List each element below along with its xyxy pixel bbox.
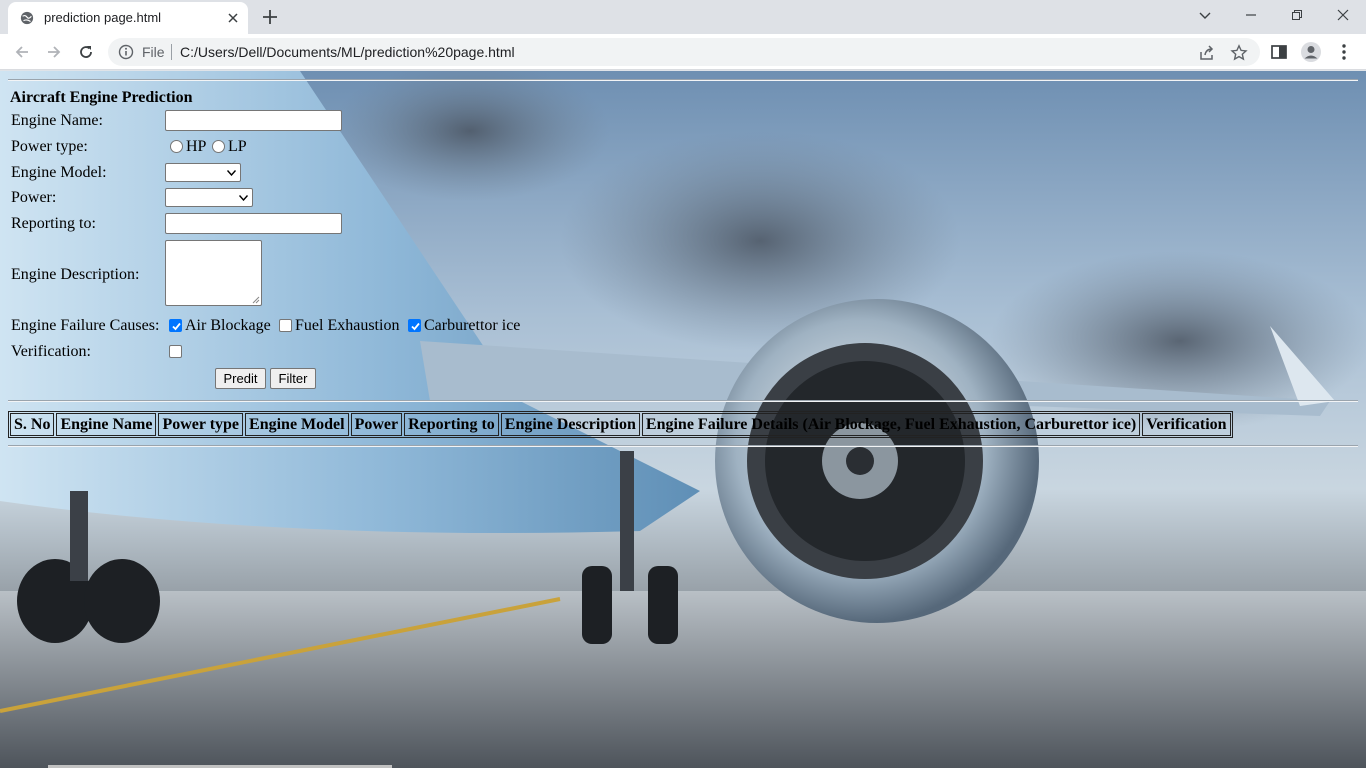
restore-icon [1292,10,1302,20]
radio-lp[interactable] [212,140,225,153]
resize-grip-icon[interactable] [252,296,260,304]
reload-button[interactable] [74,40,98,64]
fuel-exhaustion-label: Fuel Exhaustion [295,317,400,334]
browser-tab[interactable]: prediction page.html [8,2,248,34]
table-header-cell: Power [350,413,403,436]
checkbox-air-blockage[interactable] [169,319,182,332]
star-icon[interactable] [1230,44,1248,62]
table-header-cell: Reporting to [404,413,499,436]
plus-icon[interactable] [258,6,282,28]
engine-name-label: Engine Name: [11,112,103,129]
checkbox-fuel-exhaustion[interactable] [279,319,292,332]
page-content: Aircraft Engine Prediction Engine Name: … [0,71,1366,768]
radio-lp-label: LP [228,138,247,155]
verification-label: Verification: [11,343,91,360]
reload-icon [80,46,92,58]
check-icon [172,322,181,331]
minimize-button[interactable] [1228,0,1274,32]
results-table: S. No Engine Name Power type Engine Mode… [8,411,1233,438]
table-header-cell: Power type [158,413,244,436]
restore-button[interactable] [1274,0,1320,32]
tab-strip: prediction page.html [0,0,1366,34]
predict-button[interactable]: Predit [215,368,266,389]
url-text[interactable]: C:/Users/Dell/Documents/ML/prediction%20… [180,44,515,60]
reporting-to-label: Reporting to: [11,215,96,232]
bottom-divider [8,445,1358,447]
side-panel-icon[interactable] [1268,41,1290,63]
table-header-cell: Engine Name [56,413,157,436]
globe-icon [20,11,34,25]
tab-title: prediction page.html [44,10,162,25]
url-scheme: File [142,44,165,60]
share-icon[interactable] [1198,44,1216,62]
middle-divider [8,400,1358,402]
engine-description-textarea[interactable] [165,240,262,306]
table-header-cell: Verification [1142,413,1231,436]
reporting-to-input[interactable] [165,213,342,234]
browser-toolbar: File C:/Users/Dell/Documents/ML/predicti… [0,34,1366,70]
back-icon [15,46,28,58]
verification-checkbox[interactable] [169,345,182,358]
table-header-cell: Engine Failure Details (Air Blockage, Fu… [641,413,1141,436]
window-close-button[interactable] [1320,0,1366,32]
kebab-menu-icon[interactable] [1333,41,1355,63]
engine-description-label: Engine Description: [11,266,140,283]
table-header-cell: Engine Model [245,413,349,436]
close-icon[interactable] [226,11,240,25]
info-icon[interactable] [118,44,134,60]
chevron-down-icon [1199,12,1211,19]
power-type-label: Power type: [11,138,88,155]
minimize-icon [1246,14,1256,16]
page-viewport: Aircraft Engine Prediction Engine Name: … [0,71,1366,768]
top-divider [8,79,1358,81]
radio-hp-label: HP [186,138,207,155]
chevron-down-icon [227,170,236,176]
table-header-cell: S. No [10,413,55,436]
page-title: Aircraft Engine Prediction [10,89,193,106]
url-separator [171,44,172,60]
back-button[interactable] [10,40,34,64]
chevron-down-icon [239,195,248,201]
engine-name-input[interactable] [165,110,342,131]
tab-search-button[interactable] [1182,0,1228,32]
failure-causes-label: Engine Failure Causes: [11,317,160,334]
radio-hp[interactable] [170,140,183,153]
forward-icon [48,46,61,58]
window-close-icon [1337,9,1349,21]
power-label: Power: [11,189,57,206]
power-select[interactable] [165,188,253,207]
table-header-cell: Engine Description [500,413,640,436]
engine-model-label: Engine Model: [11,164,107,181]
forward-button[interactable] [42,40,66,64]
profile-icon[interactable] [1300,41,1322,63]
address-bar[interactable]: File C:/Users/Dell/Documents/ML/predicti… [108,38,1260,66]
engine-model-select[interactable] [165,163,241,182]
air-blockage-label: Air Blockage [185,317,271,334]
carburettor-ice-label: Carburettor ice [424,317,521,334]
checkbox-carburettor-ice[interactable] [408,319,421,332]
filter-button[interactable]: Filter [270,368,316,389]
check-icon [411,322,420,331]
